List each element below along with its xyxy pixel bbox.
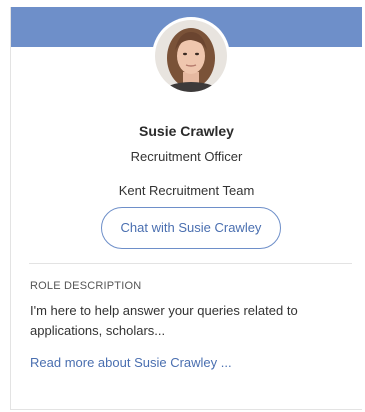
profile-team: Kent Recruitment Team: [118, 183, 255, 198]
role-description-label: ROLE DESCRIPTION: [30, 280, 142, 292]
ambassador-card: Susie Crawley Recruitment Officer Kent R…: [10, 7, 362, 410]
avatar-image: [155, 20, 227, 92]
profile-role: Recruitment Officer: [130, 149, 243, 164]
chat-button[interactable]: Chat with Susie Crawley: [101, 207, 281, 249]
avatar: [152, 17, 230, 95]
role-description-text: I'm here to help answer your queries rel…: [30, 303, 298, 338]
read-more-link[interactable]: Read more about Susie Crawley ...: [30, 355, 232, 370]
profile-name: Susie Crawley: [139, 123, 234, 139]
divider: [29, 263, 352, 264]
